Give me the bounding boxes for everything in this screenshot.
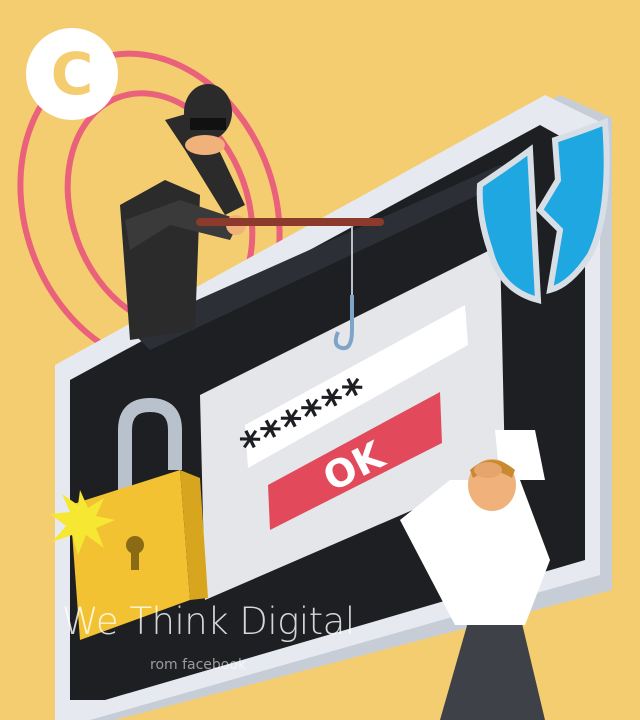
logo-letter: C xyxy=(50,40,94,108)
watermark-subtitle: rom facebook xyxy=(150,657,247,673)
logo-badge: C xyxy=(26,28,118,120)
watermark-title: We Think Digital xyxy=(62,600,355,643)
ok-label: OK xyxy=(316,432,392,500)
illustration: ****** OK C We Think Digital rom faceboo… xyxy=(0,0,640,720)
